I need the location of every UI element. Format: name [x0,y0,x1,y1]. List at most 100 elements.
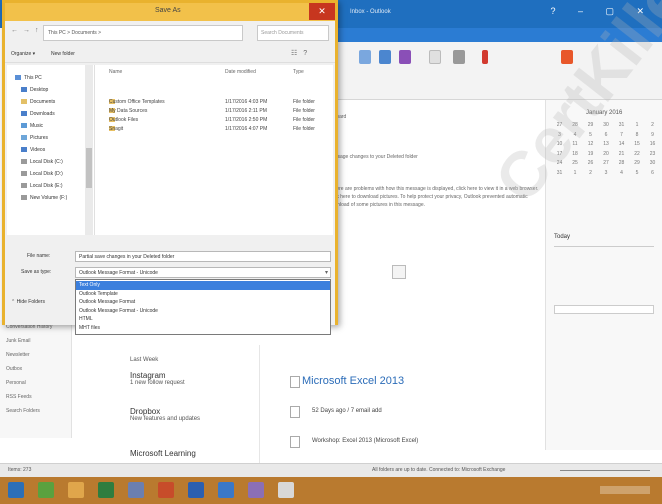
rules-button[interactable] [376,50,394,66]
calendar-day[interactable]: 8 [632,132,643,142]
new-folder-button[interactable]: New folder [51,51,75,57]
zoom-slider[interactable] [560,466,650,474]
nav-arrows-icon[interactable]: ←→↑ [11,27,44,34]
calendar-day[interactable]: 21 [616,151,627,161]
list-item[interactable]: Dropbox New features and updates [130,407,200,422]
nav-item[interactable]: Documents [21,99,55,105]
calendar-day[interactable]: 13 [601,141,612,151]
calendar-day[interactable]: 3 [601,170,612,180]
reading-item[interactable]: 52 Days ago / 7 email add [312,408,382,414]
calendar-day[interactable]: 26 [585,160,596,170]
system-tray[interactable] [600,486,650,494]
nav-item[interactable]: This PC [15,75,42,81]
save-as-dialog: Save As ✕ ←→↑ This PC > Documents > Sear… [2,0,338,335]
task-input[interactable] [554,305,654,314]
folder-item[interactable]: RSS Feeds [6,394,32,400]
pictures-icon [21,135,27,141]
dialog-toolbar: Organize ▾ New folder ☷? [5,45,335,63]
calendar-day[interactable]: 31 [616,122,627,132]
dropdown-option[interactable]: Text Only [76,281,330,290]
table-row[interactable]: Snagit 1/17/2016 4:07 PM File folder [95,126,333,134]
excel-heading[interactable]: Microsoft Excel 2013 [302,375,404,387]
calendar-day[interactable]: 27 [601,160,612,170]
close-button[interactable]: ✕ [309,3,335,20]
calendar-day[interactable]: 2 [647,122,658,132]
calendar-day[interactable]: 30 [647,160,658,170]
outlook-icon[interactable] [218,482,234,498]
calendar-day[interactable]: 29 [632,160,643,170]
nav-item[interactable]: Local Disk (E:) [21,183,63,189]
excel-icon[interactable] [98,482,114,498]
nav-item[interactable]: New Volume (F:) [21,195,67,201]
column-header-type[interactable]: Type [293,69,304,75]
message-sender: Dropbox [130,407,161,416]
nav-item[interactable]: Videos [21,147,45,153]
address-bar[interactable]: This PC > Documents > [43,25,243,41]
calendar-day[interactable]: 14 [616,141,627,151]
onenote-button[interactable] [396,50,414,66]
hide-folders-button[interactable]: ⌃ Hide Folders [11,299,45,305]
calendar-day[interactable]: 16 [647,141,658,151]
ie-icon[interactable] [38,482,54,498]
file-name-input[interactable]: Partial save changes in your Deleted fol… [75,251,331,262]
calendar-day[interactable]: 15 [632,141,643,151]
explorer-icon[interactable] [68,482,84,498]
nav-item[interactable]: Music [21,123,43,129]
nav-scrollbar-thumb[interactable] [86,148,92,188]
list-item[interactable]: Instagram 1 new follow request [130,371,185,386]
calendar-day[interactable]: 28 [616,160,627,170]
calendar-day[interactable]: 1 [632,122,643,132]
column-header-date[interactable]: Date modified [225,69,256,75]
calendar-day[interactable]: 6 [647,170,658,180]
folder-item[interactable]: Personal [6,380,26,386]
word-icon[interactable] [188,482,204,498]
calendar-day[interactable]: 9 [647,132,658,142]
group-header: Last Week [130,357,159,363]
document-icon [290,406,300,418]
dropdown-option[interactable]: MHT files [76,324,330,333]
calendar-day[interactable]: 23 [647,151,658,161]
app-icon[interactable] [278,482,294,498]
chevron-down-icon: ▾ [324,270,328,276]
folder-item[interactable]: Outbox [6,366,22,372]
dropdown-option[interactable]: HTML [76,315,330,324]
powerpoint-icon[interactable] [158,482,174,498]
onenote-icon[interactable] [248,482,264,498]
list-item[interactable]: Microsoft Learning [130,449,196,458]
nav-item[interactable]: Local Disk (D:) [21,171,63,177]
music-icon [21,123,27,129]
nav-item[interactable]: Downloads [21,111,55,117]
calendar-day[interactable]: 20 [601,151,612,161]
view-options-icon[interactable]: ☷? [291,49,313,57]
follow-up-flag-icon[interactable] [476,50,494,66]
folder-item[interactable]: Junk Email [6,338,30,344]
calendar-day[interactable]: 22 [632,151,643,161]
table-row[interactable]: My Data Sources 1/17/2016 2:11 PM File fo… [95,108,333,116]
unread-button[interactable] [426,50,444,66]
search-input[interactable]: Search Documents [257,25,329,41]
organize-button[interactable]: Organize ▾ [11,51,35,57]
table-row[interactable]: Custom Office Templates 1/17/2016 4:03 P… [95,99,333,107]
folder-item[interactable]: Newsletter [6,352,30,358]
videos-icon [21,147,27,153]
nav-item[interactable]: Local Disk (C:) [21,159,63,165]
categorize-button[interactable] [450,50,468,66]
nav-item[interactable]: Pictures [21,135,48,141]
nav-item[interactable]: Desktop [21,87,48,93]
dropdown-option[interactable]: Outlook Message Format [76,298,330,307]
save-type-select[interactable]: Outlook Message Format - Unicode ▾ [75,267,331,278]
message-sender: Instagram [130,371,166,380]
app-icon[interactable] [128,482,144,498]
column-header-name[interactable]: Name [109,69,122,75]
calendar-day[interactable]: 4 [616,170,627,180]
dialog-title: Save As [155,7,181,14]
calendar-day[interactable]: 7 [616,132,627,142]
move-button[interactable] [356,50,374,66]
calendar-day[interactable]: 2 [585,170,596,180]
folder-item[interactable]: Search Folders [6,408,40,414]
table-row[interactable]: Outlook Files 1/17/2016 2:50 PM File fold… [95,117,333,125]
reading-item[interactable]: Workshop: Excel 2013 (Microsoft Excel) [312,438,418,444]
start-icon[interactable] [8,482,24,498]
calendar-day[interactable]: 5 [632,170,643,180]
save-type-dropdown: Text Only Outlook Template Outlook Messa… [75,279,331,335]
